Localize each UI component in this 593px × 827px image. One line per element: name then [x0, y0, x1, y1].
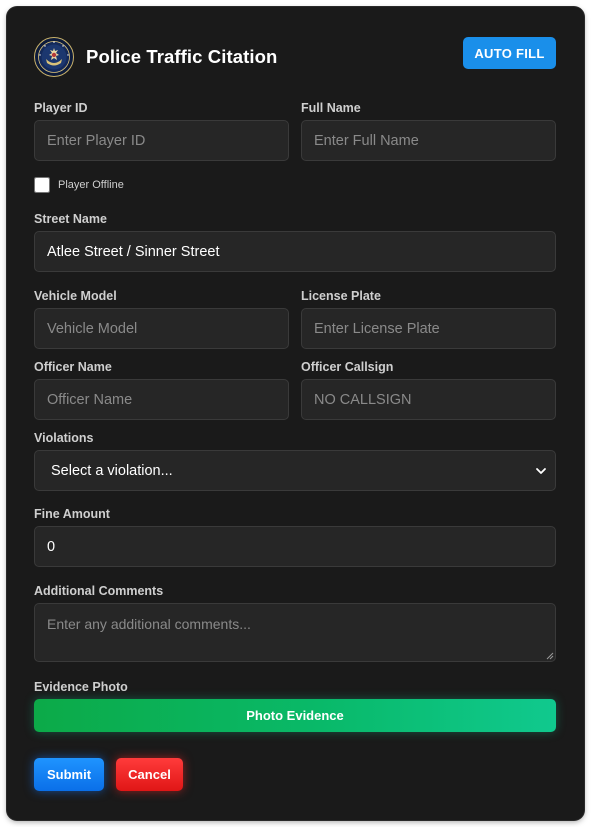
citation-panel: Police Traffic Citation AUTO FILL Player… — [7, 7, 584, 820]
vehicle-model-input[interactable] — [34, 308, 289, 349]
license-plate-input[interactable] — [301, 308, 556, 349]
full-name-label: Full Name — [301, 101, 361, 115]
street-name-input[interactable] — [34, 231, 556, 272]
evidence-photo-label: Evidence Photo — [34, 680, 128, 694]
officer-callsign-label: Officer Callsign — [301, 360, 394, 374]
chevron-down-icon — [536, 468, 546, 474]
full-name-input[interactable] — [301, 120, 556, 161]
officer-callsign-input[interactable] — [301, 379, 556, 420]
fine-amount-label: Fine Amount — [34, 507, 110, 521]
resize-grip-icon[interactable] — [546, 652, 554, 660]
auto-fill-button[interactable]: AUTO FILL — [463, 37, 556, 69]
player-offline-checkbox[interactable] — [34, 177, 50, 193]
player-id-label: Player ID — [34, 101, 88, 115]
additional-comments-textarea[interactable] — [34, 603, 556, 662]
vehicle-model-label: Vehicle Model — [34, 289, 117, 303]
page-title: Police Traffic Citation — [86, 46, 278, 67]
player-offline-label: Player Offline — [58, 179, 124, 191]
additional-comments-label: Additional Comments — [34, 584, 164, 598]
cancel-button[interactable]: Cancel — [116, 758, 183, 791]
violations-select[interactable]: Select a violation... — [34, 450, 556, 491]
street-name-label: Street Name — [34, 212, 107, 226]
photo-evidence-button[interactable]: Photo Evidence — [34, 699, 556, 732]
violations-selected-value: Select a violation... — [51, 463, 173, 479]
violations-label: Violations — [34, 431, 94, 445]
officer-name-label: Officer Name — [34, 360, 112, 374]
fine-amount-input[interactable] — [34, 526, 556, 567]
license-plate-label: License Plate — [301, 289, 381, 303]
submit-button[interactable]: Submit — [34, 758, 104, 791]
officer-name-input[interactable] — [34, 379, 289, 420]
presidential-seal-icon — [34, 37, 74, 77]
player-id-input[interactable] — [34, 120, 289, 161]
header: Police Traffic Citation AUTO FILL — [34, 37, 556, 77]
